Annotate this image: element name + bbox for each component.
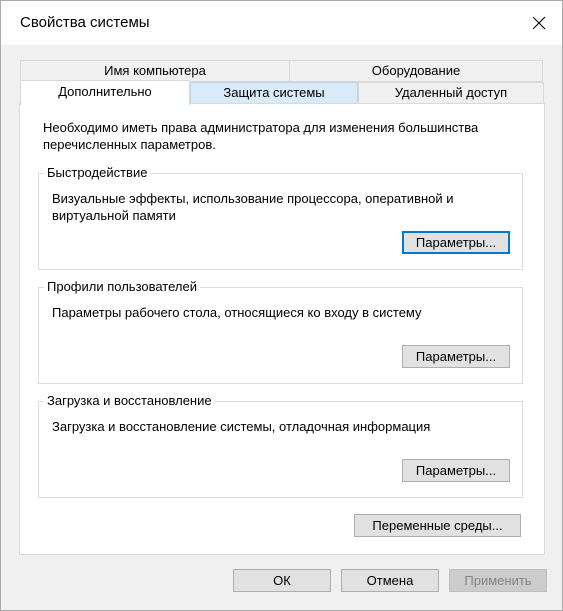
advanced-tab-panel: Необходимо иметь права администратора дл… xyxy=(19,103,545,555)
tab-hardware[interactable]: Оборудование xyxy=(289,60,543,82)
tab-label: Удаленный доступ xyxy=(394,85,508,100)
group-title-user-profiles: Профили пользователей xyxy=(44,279,200,295)
group-description-startup-recovery: Загрузка и восстановление системы, отлад… xyxy=(52,419,431,434)
startup-recovery-settings-button[interactable]: Параметры... xyxy=(402,459,510,482)
tab-label: Оборудование xyxy=(371,63,461,78)
group-title-performance: Быстродействие xyxy=(44,165,151,181)
environment-variables-button[interactable]: Переменные среды... xyxy=(354,514,521,537)
group-description-user-profiles: Параметры рабочего стола, относящиеся ко… xyxy=(52,305,422,320)
performance-settings-button[interactable]: Параметры... xyxy=(402,231,510,254)
system-properties-dialog: Свойства системы Имя компьютера Оборудов… xyxy=(0,0,563,611)
window-title: Свойства системы xyxy=(20,14,150,31)
tab-label: Имя компьютера xyxy=(104,63,206,78)
user-profiles-settings-button[interactable]: Параметры... xyxy=(402,345,510,368)
tab-label: Защита системы xyxy=(223,85,325,100)
cancel-button[interactable]: Отмена xyxy=(341,569,439,592)
ok-button[interactable]: ОК xyxy=(233,569,331,592)
title-bar: Свойства системы xyxy=(1,1,562,45)
close-button[interactable] xyxy=(516,1,562,45)
tab-remote-access[interactable]: Удаленный доступ xyxy=(358,82,544,104)
tab-advanced[interactable]: Дополнительно xyxy=(20,80,190,105)
apply-button[interactable]: Применить xyxy=(449,569,547,592)
group-title-startup-recovery: Загрузка и восстановление xyxy=(44,393,215,409)
tab-computer-name[interactable]: Имя компьютера xyxy=(20,60,290,82)
close-icon xyxy=(532,16,546,30)
group-performance: Быстродействие Визуальные эффекты, испол… xyxy=(38,165,523,270)
group-description-performance: Визуальные эффекты, использование процес… xyxy=(52,191,454,223)
group-user-profiles: Профили пользователей Параметры рабочего… xyxy=(38,279,523,384)
group-startup-recovery: Загрузка и восстановление Загрузка и вос… xyxy=(38,393,523,498)
tab-system-protection[interactable]: Защита системы xyxy=(190,82,358,104)
admin-notice: Необходимо иметь права администратора дл… xyxy=(43,120,479,152)
tab-label: Дополнительно xyxy=(58,84,152,99)
